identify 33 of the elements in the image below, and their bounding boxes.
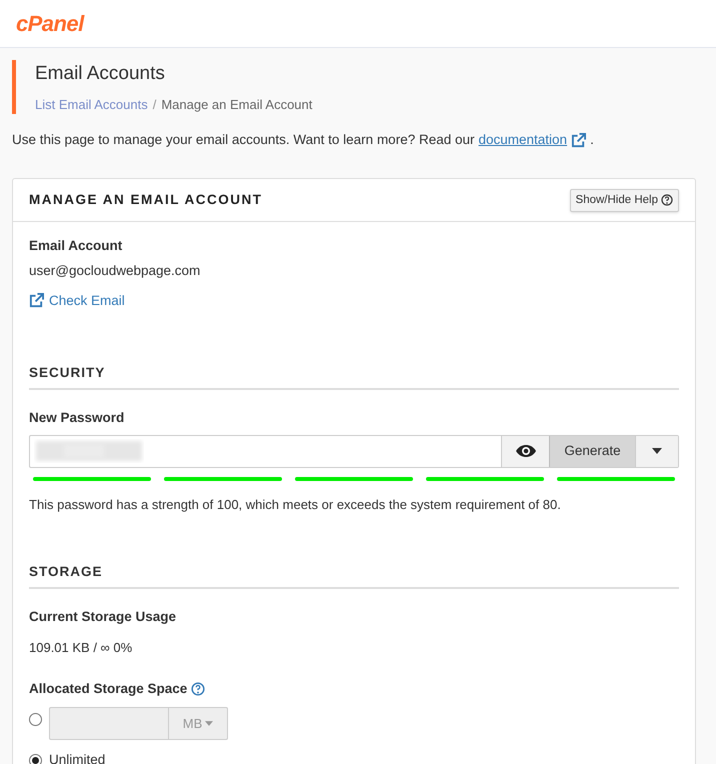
help-icon xyxy=(661,194,673,206)
storage-usage-value: 109.01 KB / ∞ 0% xyxy=(29,638,134,656)
breadcrumb-current: Manage an Email Account xyxy=(161,96,312,114)
check-email-link[interactable]: Check Email xyxy=(29,290,125,311)
radio-button[interactable] xyxy=(29,754,42,764)
unit-dropdown[interactable]: MB xyxy=(168,708,227,740)
intro-text: Use this page to manage your email accounts. Want to learn more? Read our xyxy=(12,131,474,149)
panel-title: MANAGE AN EMAIL ACCOUNT xyxy=(29,191,262,210)
email-account-label: Email Account xyxy=(29,237,124,256)
caret-icon xyxy=(205,721,214,726)
breadcrumb-link[interactable]: List Email Accounts xyxy=(35,94,148,114)
generate-options-button[interactable] xyxy=(635,436,678,466)
generate-button[interactable]: Generate xyxy=(549,436,635,466)
show-hide-help-button[interactable]: Show/Hide Help xyxy=(570,188,679,212)
radio-button[interactable] xyxy=(29,713,42,726)
eye-icon xyxy=(514,444,536,458)
period-text: . xyxy=(590,131,594,149)
allocated-storage-label: Allocated Storage Space xyxy=(29,680,188,698)
page-title: Email Accounts xyxy=(35,62,166,86)
caret-icon xyxy=(652,448,662,454)
strength-message: This password has a strength of 100, which meets or exceeds the system requirement of 80. xyxy=(29,496,562,514)
section-heading: SECURITY xyxy=(29,363,679,390)
show-password-button[interactable] xyxy=(501,436,549,466)
external-link-icon xyxy=(29,293,44,308)
breadcrumb-separator: / xyxy=(152,96,156,114)
external-link-icon xyxy=(571,132,586,148)
logo[interactable]: cPanel xyxy=(16,7,84,40)
section-heading: STORAGE xyxy=(29,562,679,590)
new-password-label: New Password xyxy=(29,409,126,428)
storage-usage-label: Current Storage Usage xyxy=(29,608,178,626)
email-account-value: user@gocloudwebpage.com xyxy=(29,262,202,280)
help-icon[interactable] xyxy=(191,682,206,696)
documentation-link[interactable]: documentation xyxy=(478,130,568,150)
